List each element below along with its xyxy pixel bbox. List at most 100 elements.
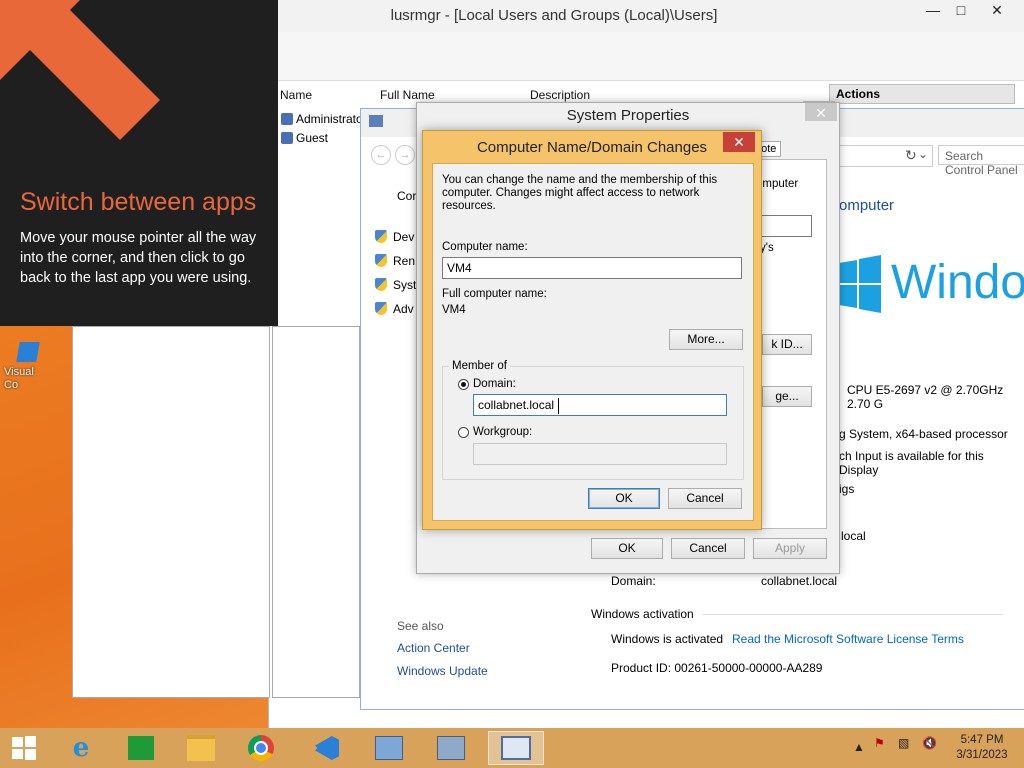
chevron-down-icon[interactable]: ⌄ xyxy=(918,147,928,161)
dialog-body: You can change the name and the membersh… xyxy=(432,163,754,521)
activation-heading: Windows activation xyxy=(591,607,694,621)
domain-input[interactable]: collabnet.local xyxy=(473,394,727,416)
text-cursor-icon xyxy=(558,398,565,414)
dialog-title: Computer Name/Domain Changes xyxy=(476,139,708,156)
column-name[interactable]: Name xyxy=(280,88,312,106)
nav-buttons: ← → xyxy=(371,145,419,165)
workgroup-radio[interactable] xyxy=(458,427,469,438)
ie-icon: e xyxy=(72,733,90,763)
maximize-button[interactable]: □ xyxy=(947,2,975,22)
lusrmgr-titlebar: lusrmgr - [Local Users and Groups (Local… xyxy=(269,0,1024,32)
left-links: Dev Ren Syst Adv xyxy=(375,225,416,321)
taskbar-control-panel[interactable] xyxy=(364,731,414,765)
windows-start-icon xyxy=(12,736,36,760)
store-icon xyxy=(128,736,154,760)
volume-muted-icon[interactable]: 🔇 xyxy=(922,736,937,750)
system-icon xyxy=(369,115,383,127)
domain-radio[interactable] xyxy=(458,379,469,390)
action-center-link[interactable]: Action Center xyxy=(397,641,470,655)
full-name-value: VM4 xyxy=(442,304,466,316)
shield-icon xyxy=(375,278,387,291)
network-icon[interactable]: ▧ xyxy=(898,736,909,750)
shield-icon xyxy=(375,254,387,267)
folder-icon xyxy=(187,735,215,761)
start-button[interactable] xyxy=(0,731,48,765)
ok-button[interactable]: OK xyxy=(591,538,663,559)
domain-label: Domain: xyxy=(611,574,656,588)
network-id-button[interactable]: k ID... xyxy=(762,334,812,355)
computer-fragment: omputer xyxy=(756,178,799,190)
taskbar-internet-explorer[interactable]: e xyxy=(56,731,106,765)
switch-apps-tip: Switch between apps Move your mouse poin… xyxy=(0,0,278,326)
shield-icon xyxy=(375,230,387,243)
forward-icon[interactable]: → xyxy=(395,145,415,165)
settings-heading: igs xyxy=(839,482,855,496)
change-button[interactable]: ge... xyxy=(762,386,812,407)
taskbar-computer-management[interactable] xyxy=(426,731,476,765)
taskbar-vscode[interactable] xyxy=(302,731,352,765)
pen-touch-value: ch Input is available for this Display xyxy=(839,449,984,477)
list-item[interactable]: Guest xyxy=(281,131,328,145)
list-item[interactable]: Administrator xyxy=(281,112,367,126)
corner-arrow-icon xyxy=(0,0,160,140)
processor-value: CPU E5-2697 v2 @ 2.70GHz 2.70 G xyxy=(847,383,1004,411)
desktop-icon-visual-studio-code[interactable]: Visual Co xyxy=(4,330,44,392)
windows-update-link[interactable]: Windows Update xyxy=(397,664,488,678)
user-name: Guest xyxy=(296,131,329,145)
local-value: local xyxy=(841,529,866,543)
clock-date: 3/31/2023 xyxy=(956,749,1008,761)
user-name: Administrator xyxy=(296,112,367,126)
user-icon xyxy=(281,132,293,144)
clock[interactable]: 5:47 PM 3/31/2023 xyxy=(950,733,1014,763)
more-button[interactable]: More... xyxy=(669,329,743,350)
computer-name-dialog: Computer Name/Domain Changes ✕ You can c… xyxy=(422,130,762,530)
description-field[interactable] xyxy=(756,215,812,237)
address-bar[interactable]: ⌄ xyxy=(839,145,933,167)
link-remote[interactable]: Ren xyxy=(375,249,416,273)
ok-button[interactable]: OK xyxy=(588,488,660,509)
system-properties-icon xyxy=(501,736,531,760)
action-center-flag-icon[interactable]: ⚑ xyxy=(874,736,885,750)
user-icon xyxy=(281,113,293,125)
windows-text: Windo xyxy=(891,256,1024,309)
domain-label: Domain: xyxy=(473,378,516,390)
list-panel xyxy=(272,326,360,698)
taskbar-system-properties[interactable] xyxy=(488,731,544,765)
close-icon[interactable]: ✕ xyxy=(723,132,755,152)
divider xyxy=(703,614,1003,615)
windows-logo-icon xyxy=(839,255,881,313)
actions-header: Actions xyxy=(829,84,1015,104)
taskbar-store[interactable] xyxy=(116,731,166,765)
tree-panel xyxy=(72,326,270,698)
workgroup-input[interactable] xyxy=(473,443,727,465)
search-input[interactable]: Search Control Panel xyxy=(938,145,1024,177)
apply-button[interactable]: Apply xyxy=(753,538,827,559)
chrome-icon xyxy=(248,735,274,761)
system-properties-title: System Properties xyxy=(566,107,690,124)
close-button[interactable]: ✕ xyxy=(983,2,1011,22)
refresh-icon[interactable]: ↻ xyxy=(905,147,917,164)
tip-body: Move your mouse pointer all the way into… xyxy=(20,230,257,286)
taskbar-file-explorer[interactable] xyxy=(176,731,226,765)
tip-title: Switch between apps xyxy=(20,188,257,216)
cancel-button[interactable]: Cancel xyxy=(671,538,745,559)
product-id: Product ID: 00261-50000-00000-AA289 xyxy=(611,661,823,675)
control-panel-icon xyxy=(375,736,403,760)
minimize-button[interactable]: — xyxy=(919,2,947,22)
ys-fragment: y's xyxy=(760,242,774,254)
activation-status: Windows is activated xyxy=(611,632,724,646)
computer-name-input[interactable]: VM4 xyxy=(442,257,742,279)
link-device-manager[interactable]: Dev xyxy=(375,225,416,249)
vscode-icon xyxy=(315,736,339,760)
link-system-protection[interactable]: Syst xyxy=(375,273,416,297)
link-advanced[interactable]: Adv xyxy=(375,297,416,321)
workgroup-label: Workgroup: xyxy=(473,426,533,438)
license-link[interactable]: Read the Microsoft Software License Term… xyxy=(732,632,964,646)
cancel-button[interactable]: Cancel xyxy=(668,488,742,509)
close-icon[interactable]: ✕ xyxy=(805,103,837,121)
computer-management-icon xyxy=(437,736,465,760)
taskbar-chrome[interactable] xyxy=(236,731,286,765)
back-icon[interactable]: ← xyxy=(371,145,391,165)
vscode-icon xyxy=(16,342,40,362)
show-hidden-icons-icon[interactable]: ▲ xyxy=(853,740,865,754)
